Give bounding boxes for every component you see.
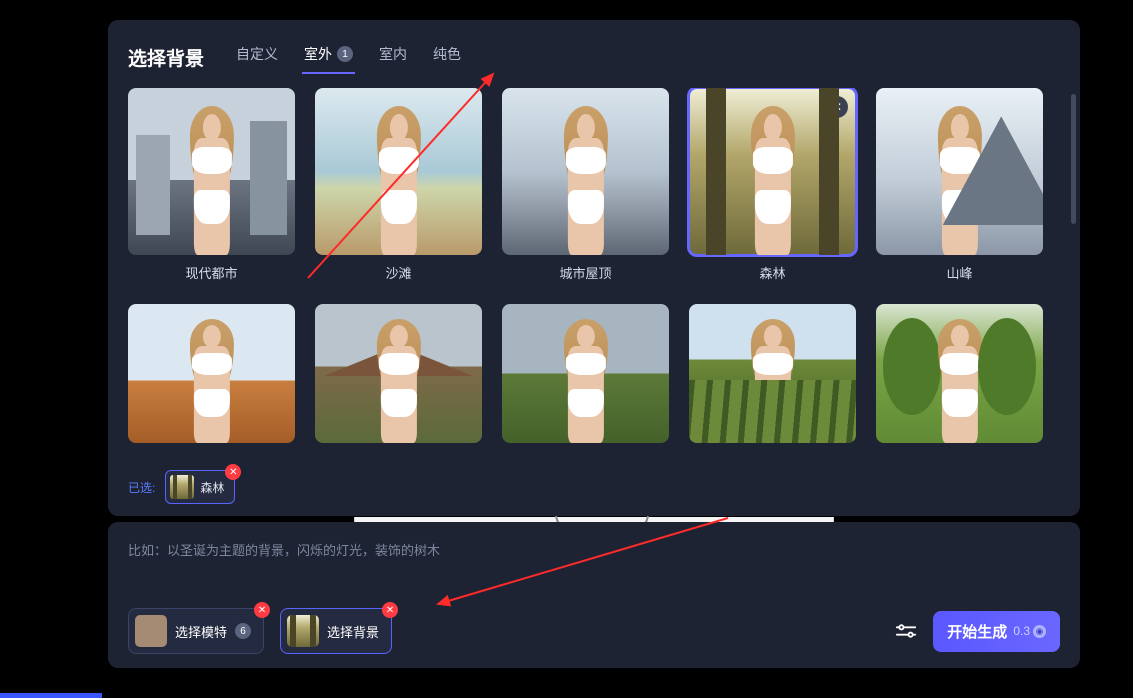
panel-header: 选择背景 自定义 室外 1 室内 纯色 bbox=[128, 40, 1060, 74]
background-grid: 现代都市 沙滩 城市屋顶 ✕ 森林 山峰 bbox=[128, 88, 1060, 443]
remove-background-icon[interactable]: ✕ bbox=[382, 602, 398, 618]
bg-thumb-roof[interactable] bbox=[502, 88, 669, 255]
select-model-chip[interactable]: 选择模特 6 ✕ bbox=[128, 608, 264, 654]
panel-title: 选择背景 bbox=[128, 44, 204, 71]
start-generate-button[interactable]: 开始生成 0.3 ◉ bbox=[933, 611, 1060, 652]
remove-selected-icon[interactable]: ✕ bbox=[225, 464, 241, 480]
bg-label-peak: 山峰 bbox=[946, 263, 972, 282]
bg-card-forest: ✕ 森林 bbox=[689, 88, 856, 282]
bg-thumb-forest[interactable]: ✕ bbox=[689, 88, 856, 255]
selected-chip[interactable]: 森林 ✕ bbox=[165, 470, 235, 504]
tab-outdoor-label: 室外 bbox=[304, 44, 332, 64]
bg-card-roof: 城市屋顶 bbox=[502, 88, 669, 282]
bg-thumb-trees[interactable] bbox=[876, 304, 1043, 443]
bg-thumb-city[interactable] bbox=[128, 88, 295, 255]
tab-outdoor[interactable]: 室外 1 bbox=[302, 40, 355, 74]
background-panel: 选择背景 自定义 室外 1 室内 纯色 现代都市沙滩城市屋顶✕森林山峰 已选: … bbox=[108, 20, 1080, 516]
bg-card-city: 现代都市 bbox=[128, 88, 295, 282]
model-figure bbox=[909, 315, 1009, 443]
model-figure bbox=[161, 101, 261, 255]
selected-chip-thumb bbox=[170, 475, 194, 499]
tab-custom[interactable]: 自定义 bbox=[234, 40, 280, 74]
model-figure bbox=[722, 315, 822, 443]
tab-outdoor-badge: 1 bbox=[337, 46, 353, 62]
bg-label-beach: 沙滩 bbox=[385, 263, 411, 282]
bg-thumb-peak[interactable] bbox=[876, 88, 1043, 255]
background-thumb bbox=[287, 615, 319, 647]
coin-icon: ◉ bbox=[1033, 625, 1046, 638]
prompt-hint: 比如：以圣诞为主题的背景，闪烁的灯光，装饰的树木 bbox=[128, 540, 1060, 559]
background-scroll: 现代都市 沙滩 城市屋顶 ✕ 森林 山峰 bbox=[128, 88, 1060, 448]
select-model-label: 选择模特 bbox=[175, 622, 227, 641]
bg-thumb-grass[interactable] bbox=[502, 304, 669, 443]
model-figure bbox=[722, 101, 822, 255]
bg-label-roof: 城市屋顶 bbox=[559, 263, 611, 282]
bg-card-desert bbox=[128, 304, 295, 443]
bg-card-peak: 山峰 bbox=[876, 88, 1043, 282]
model-figure bbox=[535, 101, 635, 255]
model-figure bbox=[909, 101, 1009, 255]
tab-solid[interactable]: 纯色 bbox=[431, 40, 463, 74]
bg-card-trees bbox=[876, 304, 1043, 443]
progress-bar bbox=[0, 693, 102, 698]
selected-row: 已选: 森林 ✕ bbox=[128, 470, 235, 504]
selected-prefix: 已选: bbox=[128, 479, 155, 496]
model-figure bbox=[348, 315, 448, 443]
model-figure bbox=[161, 315, 261, 443]
model-figure bbox=[348, 101, 448, 255]
settings-icon[interactable] bbox=[895, 620, 917, 642]
bg-card-beach: 沙滩 bbox=[315, 88, 482, 282]
model-thumb bbox=[135, 615, 167, 647]
bottom-row: 选择模特 6 ✕ 选择背景 ✕ 开始生成 0.3 ◉ bbox=[128, 608, 1060, 654]
bg-thumb-vine[interactable] bbox=[689, 304, 856, 443]
bg-thumb-desert[interactable] bbox=[128, 304, 295, 443]
select-background-label: 选择背景 bbox=[327, 622, 379, 641]
start-generate-label: 开始生成 bbox=[947, 621, 1007, 642]
bg-card-farm bbox=[315, 304, 482, 443]
bg-card-vine bbox=[689, 304, 856, 443]
bg-card-grass bbox=[502, 304, 669, 443]
start-generate-cost: 0.3 ◉ bbox=[1013, 624, 1046, 638]
model-count-badge: 6 bbox=[235, 623, 251, 639]
arrow-annotation-chip bbox=[428, 512, 748, 612]
select-background-chip[interactable]: 选择背景 ✕ bbox=[280, 608, 392, 654]
bg-label-city: 现代都市 bbox=[185, 263, 237, 282]
bg-thumb-beach[interactable] bbox=[315, 88, 482, 255]
selected-chip-label: 森林 bbox=[200, 479, 224, 496]
deselect-bg-icon[interactable]: ✕ bbox=[826, 96, 848, 118]
prompt-panel: 比如：以圣诞为主题的背景，闪烁的灯光，装饰的树木 选择模特 6 ✕ 选择背景 ✕… bbox=[108, 522, 1080, 668]
bg-label-forest: 森林 bbox=[759, 263, 785, 282]
bg-thumb-farm[interactable] bbox=[315, 304, 482, 443]
remove-model-icon[interactable]: ✕ bbox=[254, 602, 270, 618]
scrollbar[interactable] bbox=[1071, 94, 1076, 224]
model-figure bbox=[535, 315, 635, 443]
tab-indoor[interactable]: 室内 bbox=[377, 40, 409, 74]
